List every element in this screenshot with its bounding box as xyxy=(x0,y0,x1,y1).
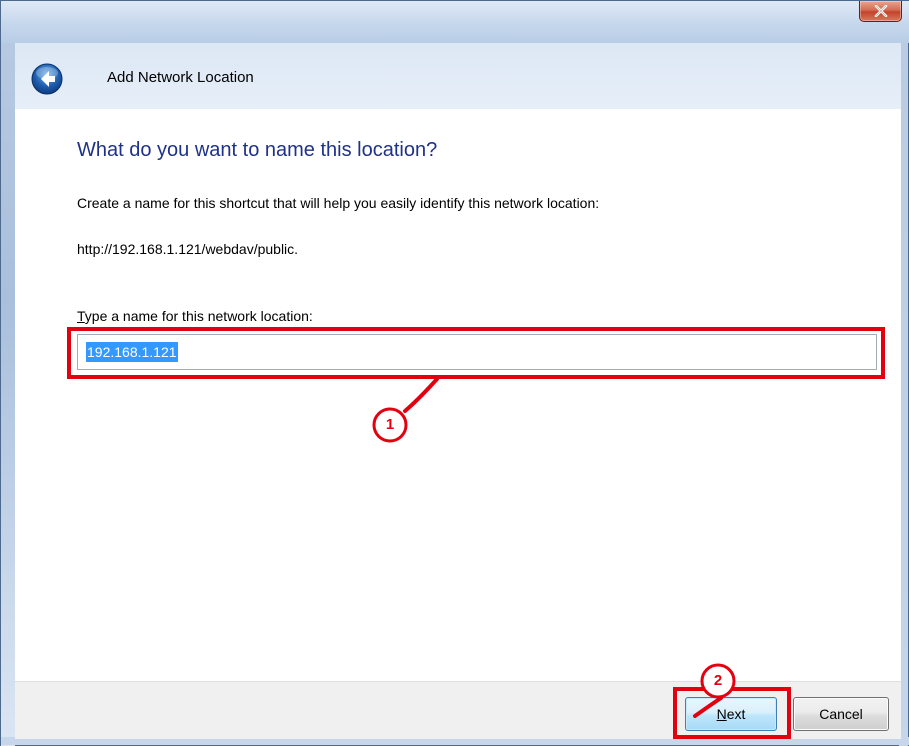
cancel-button[interactable]: Cancel xyxy=(793,697,889,731)
close-button[interactable] xyxy=(859,1,902,22)
annotation-marker-1: 1 xyxy=(385,416,395,433)
dialog-window: Add Network Location What do you want to… xyxy=(0,0,909,746)
dialog-header: Add Network Location xyxy=(15,43,901,109)
page-heading: What do you want to name this location? xyxy=(77,139,438,161)
title-bar xyxy=(1,1,909,43)
name-field-label: Type a name for this network location: xyxy=(77,308,313,324)
name-field-label-text: ype a name for this network location: xyxy=(84,308,313,324)
page-description: Create a name for this shortcut that wil… xyxy=(77,195,600,211)
dialog-content: What do you want to name this location? … xyxy=(15,109,901,689)
annotation-marker-2: 2 xyxy=(713,672,723,689)
annotation-highlight-input xyxy=(67,327,885,379)
name-field-label-accesskey: T xyxy=(77,308,85,324)
dialog-title: Add Network Location xyxy=(107,69,254,86)
network-url: http://192.168.1.121/webdav/public. xyxy=(77,241,299,257)
close-icon xyxy=(874,5,887,17)
window-frame-left xyxy=(1,1,15,746)
back-arrow-icon xyxy=(31,63,63,95)
annotation-highlight-next xyxy=(673,687,791,739)
back-button[interactable] xyxy=(31,63,63,95)
